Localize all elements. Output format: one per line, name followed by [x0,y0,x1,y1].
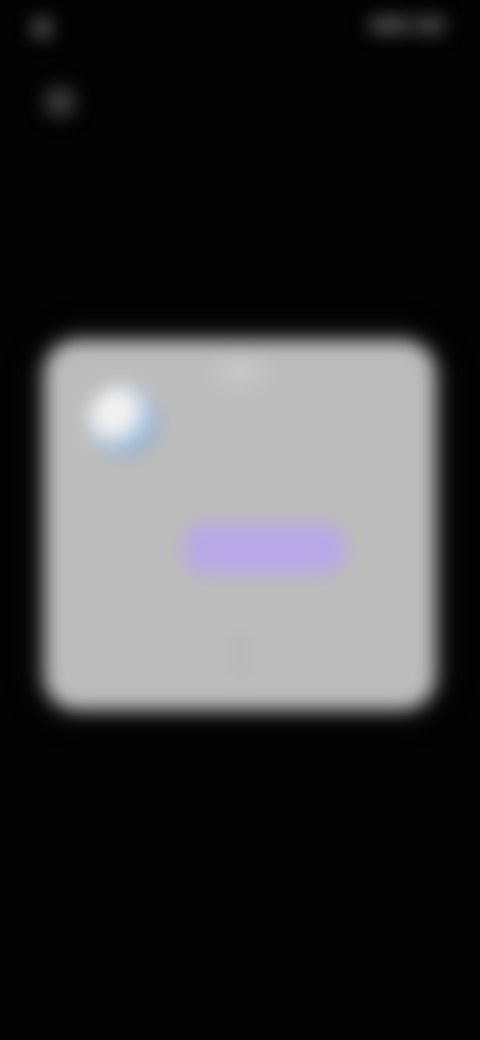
dialog [44,340,436,710]
battery-icon [416,18,444,32]
dialog-button-right[interactable] [241,630,436,680]
status-indicator-icon [32,18,52,38]
app-icon [88,386,158,456]
dialog-handle [216,358,264,386]
back-icon[interactable] [44,86,76,118]
blurred-content [0,0,480,1040]
screen [0,0,480,1040]
dialog-button-left[interactable] [44,630,239,680]
dialog-button-row [44,630,436,680]
highlighted-text [184,524,344,574]
status-right [370,18,450,32]
status-left [32,18,62,38]
signal-icon [370,18,410,32]
status-bar [0,0,480,56]
